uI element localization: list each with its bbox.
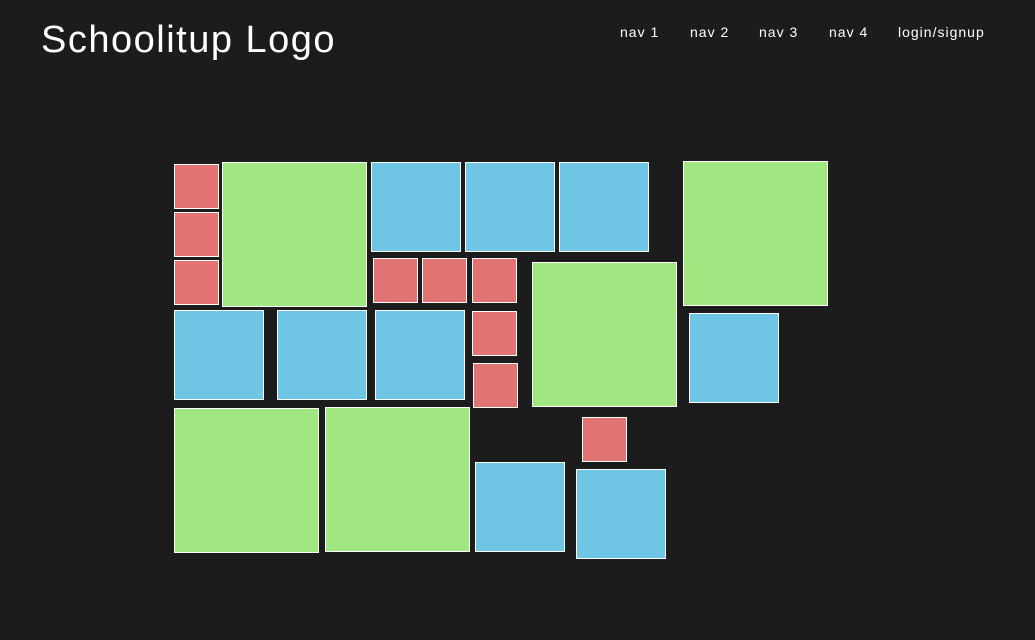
tile-small[interactable] [473,363,518,408]
tile-small[interactable] [422,258,467,303]
tile-large[interactable] [325,407,470,552]
tile-small[interactable] [174,164,219,209]
tile-large[interactable] [683,161,828,306]
tile-medium[interactable] [277,310,367,400]
tile-large[interactable] [222,162,367,307]
tile-small[interactable] [472,258,517,303]
tile-large[interactable] [174,408,319,553]
tile-medium[interactable] [576,469,666,559]
tile-medium[interactable] [559,162,649,252]
tile-grid [0,0,1035,640]
tile-small[interactable] [472,311,517,356]
tile-medium[interactable] [475,462,565,552]
tile-medium[interactable] [174,310,264,400]
tile-medium[interactable] [375,310,465,400]
tile-medium[interactable] [371,162,461,252]
tile-small[interactable] [174,212,219,257]
tile-medium[interactable] [465,162,555,252]
tile-small[interactable] [582,417,627,462]
page: Schoolitup Logo nav 1 nav 2 nav 3 nav 4 … [0,0,1035,640]
tile-large[interactable] [532,262,677,407]
tile-medium[interactable] [689,313,779,403]
tile-small[interactable] [174,260,219,305]
tile-small[interactable] [373,258,418,303]
